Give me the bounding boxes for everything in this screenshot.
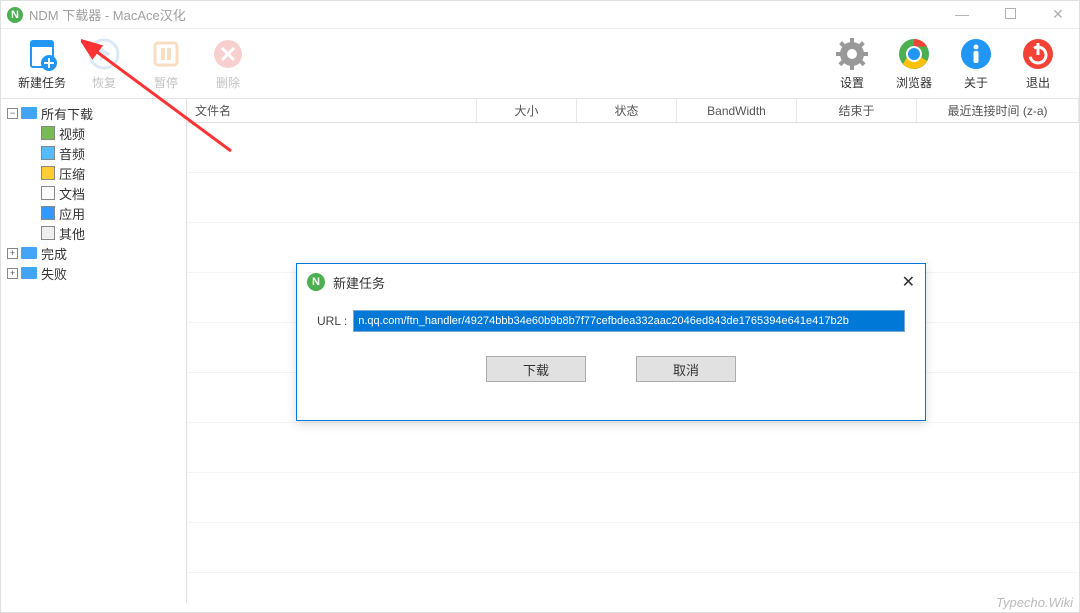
tree-document[interactable]: 文档 — [3, 183, 184, 203]
gear-icon — [834, 36, 870, 72]
expand-icon[interactable]: + — [7, 248, 18, 259]
dialog-app-icon: N — [307, 273, 325, 291]
col-size[interactable]: 大小 — [477, 99, 577, 122]
dialog-body: URL : — [297, 300, 925, 342]
tree-archive[interactable]: 压缩 — [3, 163, 184, 183]
maximize-button[interactable] — [995, 6, 1025, 23]
tree-failed[interactable]: +失败 — [3, 263, 184, 283]
dialog-buttons: 下载 取消 — [297, 356, 925, 382]
tree-audio[interactable]: 音频 — [3, 143, 184, 163]
col-recent[interactable]: 最近连接时间 (z-a) — [917, 99, 1079, 122]
window-title: NDM 下载器 - MacAce汉化 — [29, 5, 186, 24]
col-end[interactable]: 结束于 — [797, 99, 917, 122]
titlebar: N NDM 下载器 - MacAce汉化 — ✕ — [1, 1, 1079, 29]
settings-button[interactable]: 设置 — [821, 31, 883, 97]
toolbar: 新建任务 恢复 暂停 删除 — [1, 29, 1079, 99]
close-button[interactable]: ✕ — [1043, 6, 1073, 23]
archive-icon — [41, 166, 55, 180]
watermark: Typecho.Wiki — [996, 595, 1073, 610]
col-filename[interactable]: 文件名 — [187, 99, 477, 122]
new-task-dialog: N 新建任务 ✕ URL : 下载 取消 — [296, 263, 926, 421]
app-icon — [41, 206, 55, 220]
sidebar: −所有下载 视频 音频 压缩 文档 应用 其他 +完成 +失败 — [1, 99, 187, 603]
folder-icon — [21, 247, 37, 259]
url-input[interactable] — [353, 310, 905, 332]
about-button[interactable]: 关于 — [945, 31, 1007, 97]
col-status[interactable]: 状态 — [577, 99, 677, 122]
dialog-close-button[interactable]: ✕ — [902, 272, 915, 292]
document-icon — [41, 186, 55, 200]
url-label: URL : — [317, 314, 347, 328]
cancel-button[interactable]: 取消 — [636, 356, 736, 382]
power-icon — [1020, 36, 1056, 72]
col-bandwidth[interactable]: BandWidth — [677, 99, 797, 122]
pause-icon — [148, 36, 184, 72]
delete-button[interactable]: 删除 — [197, 31, 259, 97]
dialog-title-text: 新建任务 — [333, 273, 385, 292]
category-tree: −所有下载 视频 音频 压缩 文档 应用 其他 +完成 +失败 — [3, 103, 184, 283]
toolbar-right: 设置 浏览器 关于 退出 — [821, 31, 1069, 97]
resume-button[interactable]: 恢复 — [73, 31, 135, 97]
download-button[interactable]: 下载 — [486, 356, 586, 382]
app-window: N NDM 下载器 - MacAce汉化 — ✕ 新建任务 恢复 — [0, 0, 1080, 613]
chrome-icon — [896, 36, 932, 72]
folder-icon — [21, 107, 37, 119]
window-controls: — ✕ — [947, 6, 1073, 23]
new-task-icon — [24, 36, 60, 72]
browser-button[interactable]: 浏览器 — [883, 31, 945, 97]
tree-app[interactable]: 应用 — [3, 203, 184, 223]
collapse-icon[interactable]: − — [7, 108, 18, 119]
audio-icon — [41, 146, 55, 160]
tree-video[interactable]: 视频 — [3, 123, 184, 143]
minimize-button[interactable]: — — [947, 6, 977, 23]
expand-icon[interactable]: + — [7, 268, 18, 279]
app-icon: N — [7, 7, 23, 23]
info-icon — [958, 36, 994, 72]
new-task-button[interactable]: 新建任务 — [11, 31, 73, 97]
dialog-titlebar: N 新建任务 ✕ — [297, 264, 925, 300]
exit-button[interactable]: 退出 — [1007, 31, 1069, 97]
pause-button[interactable]: 暂停 — [135, 31, 197, 97]
tree-all-downloads[interactable]: −所有下载 — [3, 103, 184, 123]
other-icon — [41, 226, 55, 240]
table-header: 文件名 大小 状态 BandWidth 结束于 最近连接时间 (z-a) — [187, 99, 1079, 123]
video-icon — [41, 126, 55, 140]
folder-icon — [21, 267, 37, 279]
play-icon — [86, 36, 122, 72]
tree-done[interactable]: +完成 — [3, 243, 184, 263]
tree-other[interactable]: 其他 — [3, 223, 184, 243]
toolbar-left: 新建任务 恢复 暂停 删除 — [11, 31, 259, 97]
delete-icon — [210, 36, 246, 72]
